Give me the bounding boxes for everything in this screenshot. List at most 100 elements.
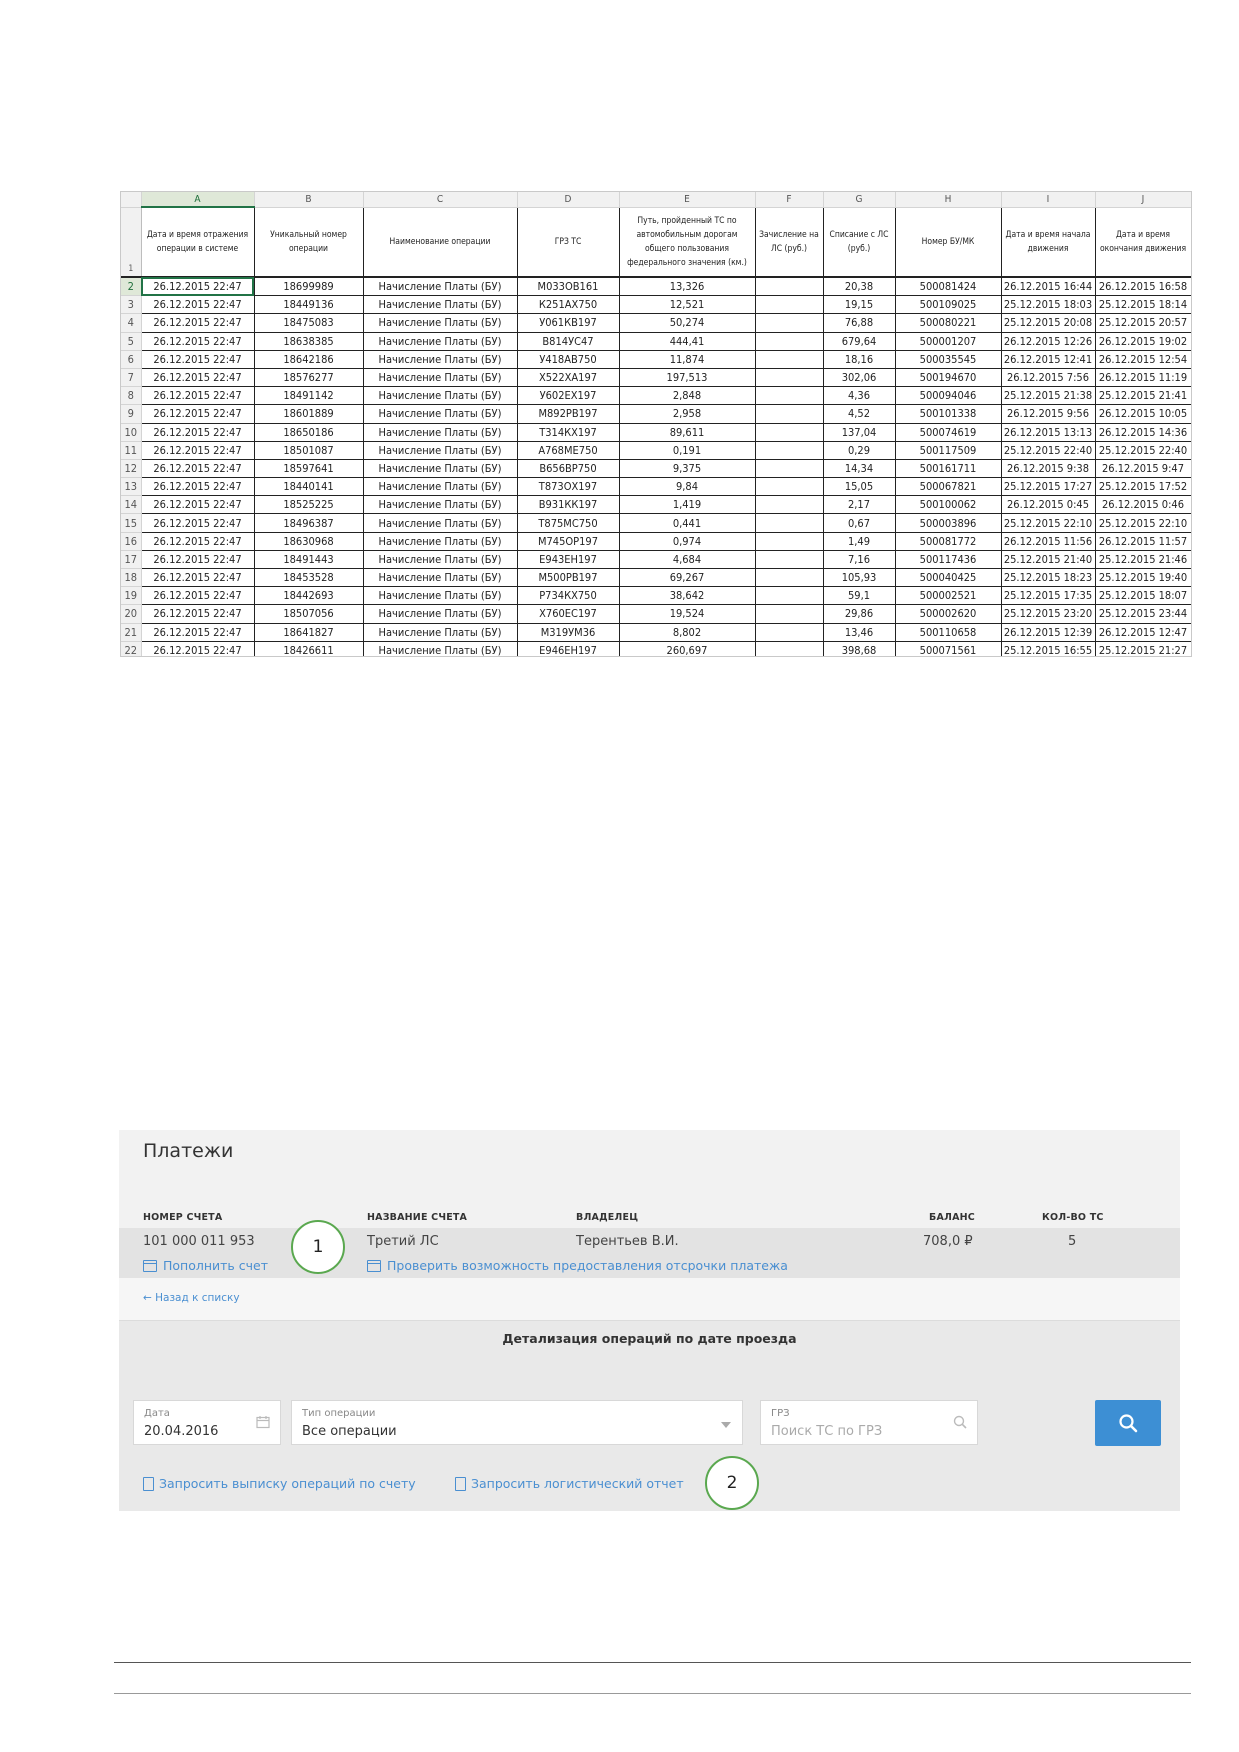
table-cell[interactable]: 26.12.2015 12:47	[1095, 623, 1191, 642]
table-cell[interactable]: Х522ХА197	[517, 368, 620, 388]
table-cell[interactable]: 500101338	[895, 404, 1002, 424]
table-cell[interactable]: 0,441	[619, 513, 756, 533]
header-cell[interactable]: Списание с ЛС (руб.)	[823, 207, 896, 278]
table-cell[interactable]: 18449136	[254, 295, 364, 315]
table-cell[interactable]: 500110658	[895, 623, 1002, 642]
table-cell[interactable]: 25.12.2015 22:40	[1095, 441, 1191, 460]
row-number[interactable]: 7	[121, 368, 142, 388]
table-cell[interactable]: М745ОР197	[517, 532, 620, 551]
table-cell[interactable]: Начисление Платы (БУ)	[363, 368, 518, 388]
table-cell[interactable]: 26.12.2015 22:47	[141, 332, 255, 351]
table-cell[interactable]: 18699989	[254, 277, 364, 297]
table-cell[interactable]: 137,04	[823, 423, 896, 442]
column-header-c[interactable]: C	[363, 192, 518, 208]
table-cell[interactable]: 500074619	[895, 423, 1002, 442]
table-cell[interactable]: 25.12.2015 22:40	[1001, 441, 1096, 460]
table-cell[interactable]	[755, 350, 824, 369]
table-cell[interactable]: 13,326	[619, 277, 756, 297]
table-cell[interactable]: 500081424	[895, 277, 1002, 297]
header-cell[interactable]: Уникальный номер операции	[254, 207, 364, 278]
table-cell[interactable]	[755, 332, 824, 351]
table-cell[interactable]: 500001207	[895, 332, 1002, 351]
select-all-corner[interactable]	[121, 192, 142, 208]
table-cell[interactable]: 26.12.2015 13:13	[1001, 423, 1096, 442]
table-cell[interactable]: 18501087	[254, 441, 364, 460]
table-cell[interactable]: 500040425	[895, 568, 1002, 588]
table-cell[interactable]: 18641827	[254, 623, 364, 642]
table-cell[interactable]: 500161711	[895, 459, 1002, 479]
back-to-list-link[interactable]: ← Назад к списку	[143, 1292, 240, 1304]
check-deferral-link[interactable]: Проверить возможность предоставления отс…	[367, 1258, 788, 1273]
table-cell[interactable]: 25.12.2015 19:40	[1095, 568, 1191, 588]
table-cell[interactable]: 18440141	[254, 477, 364, 497]
search-button[interactable]	[1095, 1400, 1161, 1446]
table-cell[interactable]: Е943ЕН197	[517, 550, 620, 570]
row-number[interactable]: 1	[121, 207, 142, 278]
table-cell[interactable]: У602ЕХ197	[517, 386, 620, 406]
table-cell[interactable]: Начисление Платы (БУ)	[363, 350, 518, 369]
row-number[interactable]: 2	[121, 277, 142, 297]
table-cell[interactable]: 302,06	[823, 368, 896, 388]
table-cell[interactable]: 26.12.2015 14:36	[1095, 423, 1191, 442]
table-cell[interactable]: Начисление Платы (БУ)	[363, 459, 518, 479]
table-cell[interactable]	[755, 550, 824, 570]
table-cell[interactable]: 18638385	[254, 332, 364, 351]
table-cell[interactable]: 26.12.2015 16:58	[1095, 277, 1191, 297]
table-cell[interactable]: 26.12.2015 9:56	[1001, 404, 1096, 424]
column-header-a[interactable]: A	[141, 192, 255, 208]
row-number[interactable]: 12	[121, 459, 142, 479]
table-cell[interactable]: 26.12.2015 12:26	[1001, 332, 1096, 351]
table-cell[interactable]: 25.12.2015 17:27	[1001, 477, 1096, 497]
row-number[interactable]: 3	[121, 295, 142, 315]
table-cell[interactable]: 26.12.2015 22:47	[141, 532, 255, 551]
header-cell[interactable]: Дата и время начала движения	[1001, 207, 1096, 278]
table-cell[interactable]: 26.12.2015 22:47	[141, 604, 255, 624]
row-number[interactable]: 21	[121, 623, 142, 642]
table-cell[interactable]	[755, 604, 824, 624]
table-cell[interactable]: 26.12.2015 9:38	[1001, 459, 1096, 479]
row-number[interactable]: 16	[121, 532, 142, 551]
column-header-d[interactable]: D	[517, 192, 620, 208]
row-number[interactable]: 10	[121, 423, 142, 442]
column-header-b[interactable]: B	[254, 192, 364, 208]
table-cell[interactable]: Начисление Платы (БУ)	[363, 641, 518, 656]
table-cell[interactable]: 26.12.2015 22:47	[141, 623, 255, 642]
table-cell[interactable]: 18525225	[254, 495, 364, 515]
row-number[interactable]: 17	[121, 550, 142, 570]
table-cell[interactable]: М033ОВ161	[517, 277, 620, 297]
table-cell[interactable]: Начисление Платы (БУ)	[363, 604, 518, 624]
table-cell[interactable]: Т314КХ197	[517, 423, 620, 442]
row-number[interactable]: 20	[121, 604, 142, 624]
table-cell[interactable]: 26.12.2015 22:47	[141, 313, 255, 333]
table-cell[interactable]	[755, 495, 824, 515]
table-cell[interactable]: Начисление Платы (БУ)	[363, 332, 518, 351]
table-cell[interactable]: Т875МС750	[517, 513, 620, 533]
table-cell[interactable]: 69,267	[619, 568, 756, 588]
table-cell[interactable]: 26.12.2015 22:47	[141, 295, 255, 315]
table-cell[interactable]: 26.12.2015 22:47	[141, 350, 255, 369]
table-cell[interactable]: 500003896	[895, 513, 1002, 533]
table-cell[interactable]	[755, 623, 824, 642]
table-cell[interactable]: Начисление Платы (БУ)	[363, 513, 518, 533]
table-cell[interactable]	[755, 368, 824, 388]
row-number[interactable]: 5	[121, 332, 142, 351]
table-cell[interactable]: 25.12.2015 23:44	[1095, 604, 1191, 624]
table-cell[interactable]: 13,46	[823, 623, 896, 642]
table-cell[interactable]: 0,974	[619, 532, 756, 551]
table-cell[interactable]: 26.12.2015 7:56	[1001, 368, 1096, 388]
table-cell[interactable]: Р734КХ750	[517, 586, 620, 606]
table-cell[interactable]: 26.12.2015 11:57	[1095, 532, 1191, 551]
table-cell[interactable]	[755, 586, 824, 606]
header-cell[interactable]: Наименование операции	[363, 207, 518, 278]
table-cell[interactable]: 2,17	[823, 495, 896, 515]
header-cell[interactable]: Путь, пройденный ТС по автомобильным дор…	[619, 207, 756, 278]
table-cell[interactable]: М500РВ197	[517, 568, 620, 588]
row-number[interactable]: 15	[121, 513, 142, 533]
table-cell[interactable]: В931КК197	[517, 495, 620, 515]
table-cell[interactable]: Начисление Платы (БУ)	[363, 623, 518, 642]
table-cell[interactable]: У061КВ197	[517, 313, 620, 333]
account-row[interactable]: 101 000 011 953 Третий ЛС Терентьев В.И.…	[119, 1228, 1180, 1278]
table-cell[interactable]: 500080221	[895, 313, 1002, 333]
table-cell[interactable]: Начисление Платы (БУ)	[363, 550, 518, 570]
table-cell[interactable]: 19,524	[619, 604, 756, 624]
